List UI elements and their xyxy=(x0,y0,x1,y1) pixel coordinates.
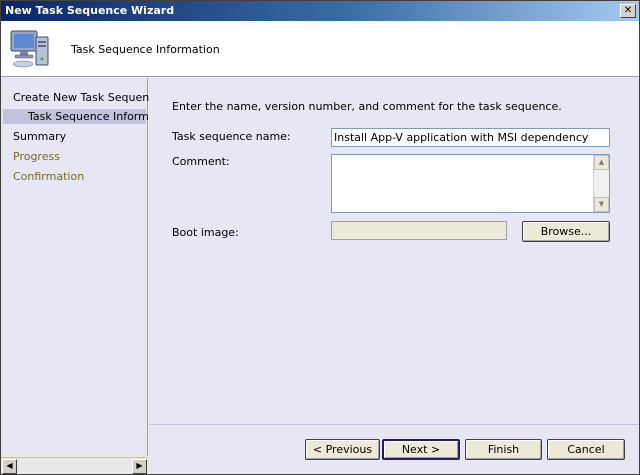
scroll-up-button[interactable]: ▲ xyxy=(594,155,609,170)
wizard-window: New Task Sequence Wizard ✕ Task Sequence… xyxy=(0,0,640,475)
arrow-up-icon: ▲ xyxy=(598,158,605,166)
task-sequence-name-value: Install App-V application with MSI depen… xyxy=(334,131,589,144)
window-title: New Task Sequence Wizard xyxy=(5,4,175,17)
step-confirmation: Confirmation xyxy=(13,170,85,183)
comment-vertical-scrollbar[interactable]: ▲ ▼ xyxy=(593,155,609,212)
close-icon: ✕ xyxy=(623,5,633,16)
browse-button[interactable]: Browse... xyxy=(522,221,610,242)
arrow-left-icon: ◀ xyxy=(6,461,13,470)
step-summary[interactable]: Summary xyxy=(13,130,66,143)
step-progress: Progress xyxy=(13,150,60,163)
scroll-right-button[interactable]: ▶ xyxy=(132,459,147,474)
boot-image-label: Boot image: xyxy=(172,226,239,239)
comment-textarea[interactable]: ▲ ▼ xyxy=(331,154,610,213)
scroll-down-button[interactable]: ▼ xyxy=(594,197,609,212)
boot-image-field xyxy=(331,221,507,240)
sidebar-horizontal-scrollbar[interactable]: ◀ ▶ xyxy=(1,457,148,474)
step-task-sequence-information[interactable]: Task Sequence Information xyxy=(3,109,177,124)
finish-button[interactable]: Finish xyxy=(465,439,542,460)
task-sequence-name-label: Task sequence name: xyxy=(172,130,291,143)
arrow-right-icon: ▶ xyxy=(136,461,143,470)
page-title: Task Sequence Information xyxy=(71,43,220,56)
title-bar[interactable]: New Task Sequence Wizard ✕ xyxy=(1,1,639,21)
step-navigation: Create New Task Sequence Task Sequence I… xyxy=(1,78,177,456)
cancel-button[interactable]: Cancel xyxy=(547,439,625,460)
computer-icon xyxy=(10,30,49,68)
wizard-header: Task Sequence Information xyxy=(1,21,639,77)
next-button[interactable]: Next > xyxy=(382,439,460,460)
comment-label: Comment: xyxy=(172,155,230,168)
close-button[interactable]: ✕ xyxy=(620,4,636,18)
wizard-footer: < Previous Next > Finish Cancel xyxy=(149,424,639,474)
task-sequence-name-input[interactable]: Install App-V application with MSI depen… xyxy=(331,128,610,147)
step-create-new-task-sequence[interactable]: Create New Task Sequence xyxy=(13,91,162,104)
instruction-text: Enter the name, version number, and comm… xyxy=(172,100,562,113)
scroll-track[interactable] xyxy=(17,460,132,473)
arrow-down-icon: ▼ xyxy=(598,200,605,208)
main-panel: Enter the name, version number, and comm… xyxy=(149,78,639,424)
previous-button[interactable]: < Previous xyxy=(305,439,380,460)
scroll-left-button[interactable]: ◀ xyxy=(2,459,17,474)
